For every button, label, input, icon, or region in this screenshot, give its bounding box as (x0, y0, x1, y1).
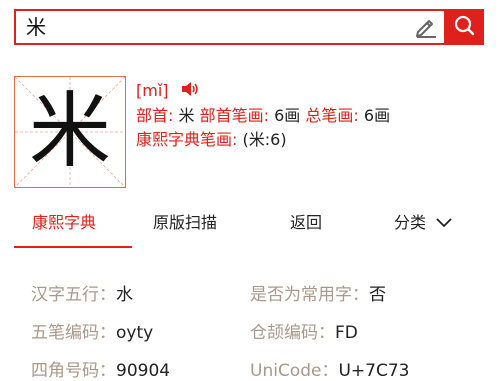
character-grid: 米 (14, 76, 126, 188)
tab-category[interactable]: 分类 (394, 203, 453, 243)
radical-strokes-label: 部首笔画: (199, 105, 270, 125)
property-value: 否 (369, 285, 386, 305)
radical-strokes-value: 6画 (274, 105, 301, 125)
tab-kangxi[interactable]: 康熙字典 (32, 203, 96, 243)
radical-value: 米 (178, 105, 195, 125)
active-tab-indicator (14, 246, 132, 248)
tab-back[interactable]: 返回 (290, 203, 322, 243)
character-glyph: 米 (28, 84, 111, 179)
tab-bar: 康熙字典 原版扫描 返回 分类 (0, 203, 500, 248)
property-wuxing: 汉字五行：水 (31, 280, 133, 305)
property-key: 四角号码： (31, 361, 116, 381)
search-button[interactable] (444, 9, 484, 45)
property-unicode: UniCode：U+7C73 (250, 356, 409, 381)
property-common: 是否为常用字：否 (250, 280, 386, 305)
property-value: 水 (116, 285, 133, 305)
character-info: [mǐ] 部首: 米 部首笔画: 6画 总笔画: 6画 康熙字典笔画: (米:6… (136, 79, 390, 152)
property-value: FD (335, 323, 358, 343)
pencil-icon[interactable] (414, 16, 438, 38)
property-value: oyty (116, 323, 154, 343)
search-input[interactable] (26, 11, 406, 43)
kangxi-strokes-label: 康熙字典笔画: (136, 129, 238, 149)
property-key: 五笔编码： (31, 323, 116, 343)
tab-original-scan[interactable]: 原版扫描 (153, 203, 217, 243)
tab-category-label: 分类 (394, 213, 427, 232)
property-value: U+7C73 (338, 361, 410, 381)
property-key: 汉字五行： (31, 285, 116, 305)
property-wubi: 五笔编码：oyty (31, 318, 153, 343)
property-key: 仓颉编码： (250, 323, 335, 343)
property-sijiao: 四角号码：90904 (31, 356, 170, 381)
total-strokes-label: 总笔画: (305, 105, 359, 125)
property-cangjie: 仓颉编码：FD (250, 318, 358, 343)
total-strokes-value: 6画 (363, 105, 391, 125)
search-icon (453, 14, 475, 40)
speaker-icon[interactable] (180, 80, 200, 104)
radical-label: 部首: (136, 105, 174, 125)
chevron-down-icon (435, 204, 453, 244)
pinyin: [mǐ] (136, 81, 169, 100)
property-key: 是否为常用字： (250, 285, 369, 305)
kangxi-strokes-value: (米:6) (242, 129, 287, 149)
property-value: 90904 (116, 361, 171, 381)
property-key: UniCode： (250, 361, 339, 381)
search-bar (14, 9, 484, 45)
